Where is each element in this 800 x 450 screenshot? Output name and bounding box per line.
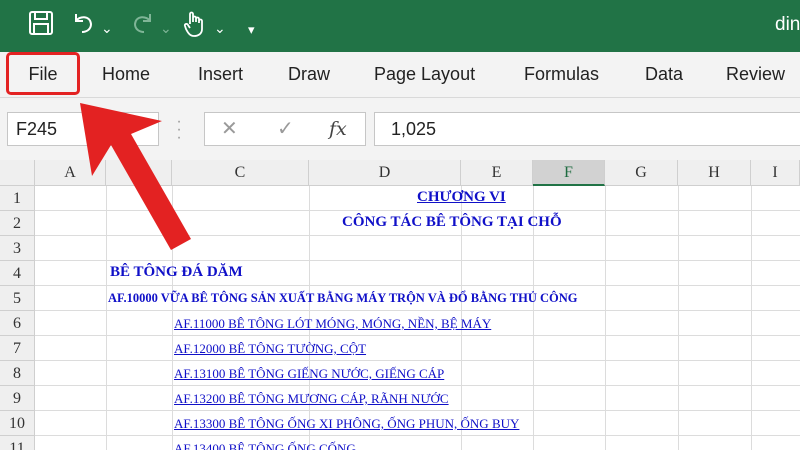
formula-bar: F245 · · · ✕ ✓ fx 1,025	[0, 98, 800, 160]
grid-line	[35, 210, 800, 211]
row-header[interactable]: 3	[0, 236, 35, 261]
row-header[interactable]: 4	[0, 261, 35, 286]
grid-line	[35, 310, 800, 311]
tab-insert[interactable]: Insert	[198, 52, 243, 97]
spreadsheet-grid[interactable]: A B C D E F G H I 1 2 3 4 5 6 7 8 9 10 1…	[0, 160, 800, 450]
ribbon-tabs: Home Insert Draw Page Layout Formulas Da…	[0, 52, 800, 98]
name-box[interactable]: F245	[7, 112, 159, 146]
formula-buttons: ✕ ✓ fx	[204, 112, 366, 146]
row-header[interactable]: 7	[0, 336, 35, 361]
column-header-selected[interactable]: F	[533, 160, 605, 186]
grid-line	[35, 360, 800, 361]
cell-link-af13300[interactable]: AF.13300 BÊ TÔNG ỐNG XI PHÔNG, ỐNG PHUN,…	[174, 416, 519, 432]
tab-formulas[interactable]: Formulas	[524, 52, 599, 97]
grid-line	[35, 285, 800, 286]
column-header[interactable]: G	[605, 160, 678, 186]
cancel-icon[interactable]: ✕	[221, 113, 238, 145]
undo-dropdown-icon[interactable]: ⌄	[101, 13, 113, 43]
grid-line	[35, 235, 800, 236]
column-header[interactable]: B	[106, 160, 172, 186]
undo-icon[interactable]	[70, 10, 96, 36]
cell-section-heading[interactable]: BÊ TÔNG ĐÁ DĂM	[110, 264, 243, 281]
row-header[interactable]: 11	[0, 436, 35, 450]
cell-link-af11000[interactable]: AF.11000 BÊ TÔNG LÓT MÓNG, MÓNG, NỀN, BỆ…	[174, 316, 491, 332]
column-header[interactable]: I	[751, 160, 800, 186]
row-header[interactable]: 2	[0, 211, 35, 236]
grid-line	[35, 385, 800, 386]
save-icon[interactable]	[28, 10, 54, 36]
grid-line	[35, 260, 800, 261]
cell-chapter-subtitle[interactable]: CÔNG TÁC BÊ TÔNG TẠI CHỖ	[342, 214, 562, 231]
touch-mode-icon[interactable]	[182, 10, 206, 38]
row-header[interactable]: 1	[0, 186, 35, 211]
redo-dropdown-icon[interactable]: ⌄	[160, 13, 172, 43]
enter-icon[interactable]: ✓	[277, 113, 294, 145]
tab-home[interactable]: Home	[102, 52, 150, 97]
insert-function-icon[interactable]: fx	[329, 113, 347, 145]
grid-line	[35, 435, 800, 436]
row-header[interactable]: 9	[0, 386, 35, 411]
window-title: din	[775, 14, 800, 35]
column-header[interactable]: H	[678, 160, 751, 186]
title-bar: ⌄ ⌄ ⌄ ▾ din	[0, 0, 800, 52]
column-header[interactable]: D	[309, 160, 461, 186]
cell-link-af13400[interactable]: AF.13400 BÊ TÔNG ỐNG CỐNG	[174, 441, 356, 450]
column-header[interactable]: A	[35, 160, 106, 186]
customize-quick-access-icon[interactable]: ▾	[248, 15, 255, 45]
tab-file[interactable]: File	[6, 52, 80, 95]
redo-icon[interactable]	[130, 10, 156, 36]
tab-draw[interactable]: Draw	[288, 52, 330, 97]
grid-line	[35, 410, 800, 411]
select-all-corner[interactable]	[0, 160, 35, 186]
column-header[interactable]: E	[461, 160, 533, 186]
cell-link-af12000[interactable]: AF.12000 BÊ TÔNG TƯỜNG, CỘT	[174, 341, 366, 357]
column-header[interactable]: C	[172, 160, 309, 186]
cell-af10000[interactable]: AF.10000 VỮA BÊ TÔNG SẢN XUẤT BẰNG MÁY T…	[108, 291, 578, 306]
tab-review[interactable]: Review	[726, 52, 785, 97]
row-header[interactable]: 6	[0, 311, 35, 336]
formula-input[interactable]: 1,025	[374, 112, 800, 146]
tab-data[interactable]: Data	[645, 52, 683, 97]
grid-line	[35, 335, 800, 336]
tab-page-layout[interactable]: Page Layout	[374, 52, 475, 97]
row-header[interactable]: 5	[0, 286, 35, 311]
resize-handle-icon[interactable]: · · ·	[176, 114, 182, 146]
touch-dropdown-icon[interactable]: ⌄	[214, 13, 226, 43]
cell-link-af13100[interactable]: AF.13100 BÊ TÔNG GIẾNG NƯỚC, GIẾNG CÁP	[174, 366, 444, 382]
cell-chapter-title[interactable]: CHƯƠNG VI	[417, 189, 506, 206]
cell-link-af13200[interactable]: AF.13200 BÊ TÔNG MƯƠNG CÁP, RÃNH NƯỚC	[174, 391, 449, 407]
row-header[interactable]: 10	[0, 411, 35, 436]
row-header[interactable]: 8	[0, 361, 35, 386]
